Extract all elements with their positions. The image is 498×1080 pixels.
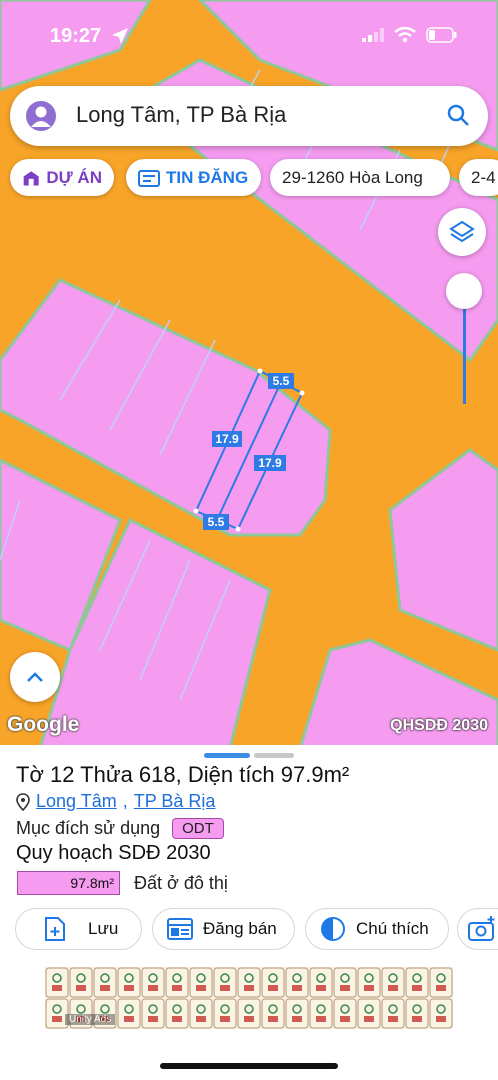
home-indicator[interactable] xyxy=(160,1063,338,1069)
action-row: Lưu Đăng bán Chú thích xyxy=(0,908,498,952)
status-time: 19:27 xyxy=(50,25,102,47)
chevron-up-icon xyxy=(27,672,43,682)
post-board-icon xyxy=(167,918,193,940)
save-label: Lưu xyxy=(88,919,119,938)
avatar[interactable] xyxy=(26,101,56,131)
parcel-info-sheet: Tờ 12 Thửa 618, Diện tích 97.9m² Long Tâ… xyxy=(0,745,498,960)
search-bar[interactable]: Long Tâm, TP Bà Rịa xyxy=(10,86,488,146)
land-use-purpose: Mục đích sử dụng ODT xyxy=(16,818,224,839)
chip-label: DỰ ÁN xyxy=(46,167,102,187)
ward-link[interactable]: Long Tâm xyxy=(36,791,117,812)
expand-up-button[interactable] xyxy=(10,652,60,702)
plan-use-label: Đất ở đô thị xyxy=(134,872,228,893)
user-icon xyxy=(31,106,51,127)
wifi-icon xyxy=(394,27,416,43)
building-icon xyxy=(23,170,39,185)
sheet-handle[interactable] xyxy=(204,753,250,758)
opacity-slider-handle[interactable] xyxy=(446,273,482,309)
status-icons xyxy=(362,27,458,43)
ad-attribution: Unity Ads xyxy=(65,1014,116,1025)
chip-place[interactable]: 29-1260 Hòa Long xyxy=(270,159,450,196)
chip-place[interactable]: 2-4 xyxy=(459,159,498,196)
plan-title: Quy hoạch SDĐ 2030 xyxy=(16,842,211,864)
plot-dimension-label: 5.5 xyxy=(273,374,290,388)
legend-label: Chú thích xyxy=(356,919,429,938)
search-icon[interactable] xyxy=(446,103,470,127)
chip-du-an[interactable]: DỰ ÁN xyxy=(10,159,114,196)
city-link[interactable]: TP Bà Rịa xyxy=(134,791,216,812)
parcel-location: Long Tâm, TP Bà Rịa xyxy=(16,791,215,812)
battery-icon xyxy=(426,27,457,43)
location-separator: , xyxy=(122,791,128,811)
post-label: Đăng bán xyxy=(203,919,277,938)
chip-label: TIN ĐĂNG xyxy=(166,167,249,187)
land-use-badge: ODT xyxy=(172,818,224,839)
camera-plus-icon xyxy=(468,916,495,941)
location-arrow-icon xyxy=(112,28,128,44)
chip-tin-dang[interactable]: TIN ĐĂNG xyxy=(126,159,261,196)
add-photo-button[interactable] xyxy=(457,908,498,950)
contrast-icon xyxy=(321,917,345,941)
map-layer-tag: QHSDĐ 2030 xyxy=(390,717,488,734)
ad-banner[interactable]: Unity Ads xyxy=(45,967,453,1029)
plan-area-swatch: 97.8m² xyxy=(17,871,120,895)
file-add-icon xyxy=(45,917,65,941)
search-input[interactable]: Long Tâm, TP Bà Rịa xyxy=(76,102,286,128)
plan-row: 97.8m² Đất ở đô thị xyxy=(17,871,228,895)
status-bar: 19:27 xyxy=(0,0,498,70)
purpose-label: Mục đích sử dụng xyxy=(16,818,161,838)
chip-label: 29-1260 Hòa Long xyxy=(282,167,423,187)
listing-icon xyxy=(138,169,160,187)
sheet-handle[interactable] xyxy=(254,753,294,758)
plot-dimension-label: 17.9 xyxy=(258,456,282,470)
legend-button[interactable]: Chú thích xyxy=(305,908,449,950)
parcel-title: Tờ 12 Thửa 618, Diện tích 97.9m² xyxy=(16,762,350,787)
chip-label: 2-4 xyxy=(471,167,496,187)
plot-dimension-label: 5.5 xyxy=(208,515,225,529)
post-listing-button[interactable]: Đăng bán xyxy=(152,908,295,950)
location-pin-icon xyxy=(16,792,30,811)
plot-dimension-label: 17.9 xyxy=(215,432,239,446)
save-button[interactable]: Lưu xyxy=(15,908,142,950)
google-logo: Google xyxy=(7,713,80,736)
layers-icon xyxy=(449,220,475,243)
layers-button[interactable] xyxy=(438,208,486,256)
cellular-signal-icon xyxy=(362,28,384,42)
